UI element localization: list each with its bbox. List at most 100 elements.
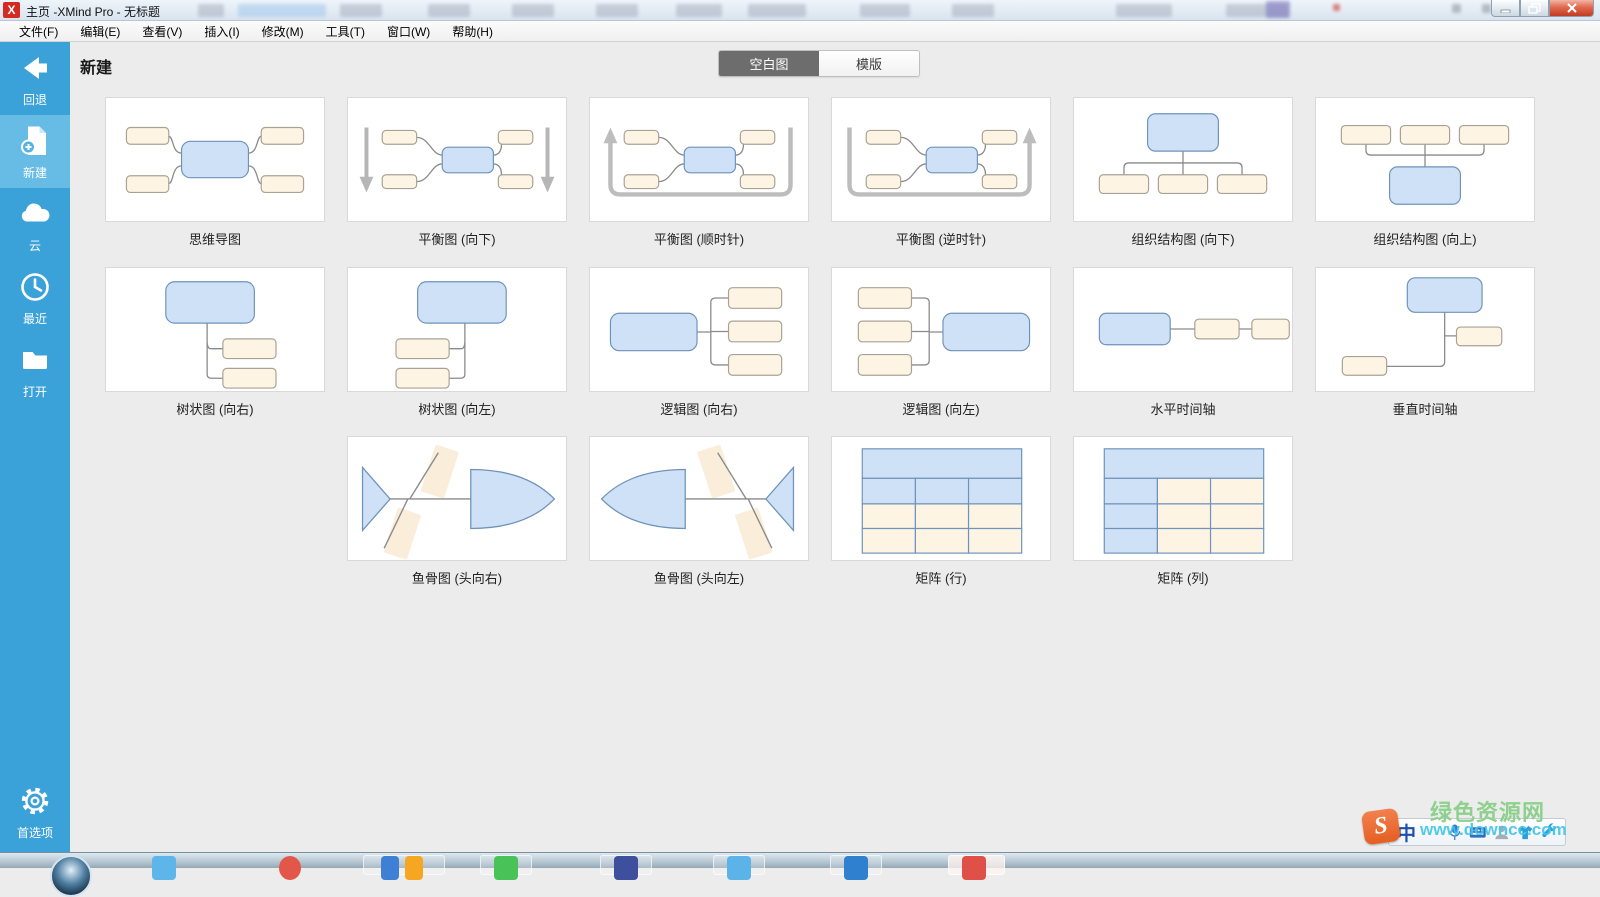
template-thumbnail-org_down [1074, 98, 1292, 221]
maximize-button[interactable] [1520, 0, 1549, 17]
taskbar-app-icon [381, 856, 399, 880]
app-body: 回退 新建 云 最近 打开 首选项 新建 空白图模版 思维导图 平衡图 ( [0, 42, 1600, 852]
titlebar-ghost [198, 4, 224, 17]
titlebar-ghost [1333, 4, 1340, 11]
template-thumbnail-fishbone_left [590, 437, 808, 560]
menu-item-5[interactable]: 工具(T) [315, 21, 376, 42]
restore-icon [1528, 3, 1541, 14]
template-thumbnail-matrix_col [1074, 437, 1292, 560]
template-thumbnail-tree_right [106, 268, 324, 391]
sidebar-item-label: 最近 [23, 310, 47, 327]
template-label: 平衡图 (逆时针) [831, 229, 1051, 248]
template-card-matrix_row[interactable] [831, 436, 1051, 561]
template-label: 垂直时间轴 [1315, 399, 1535, 418]
taskbar-app-icon [152, 856, 176, 880]
menu-item-2[interactable]: 查看(V) [131, 21, 193, 42]
sidebar-item-preferences[interactable]: 首选项 [0, 775, 70, 848]
titlebar-ghost [952, 4, 994, 17]
taskbar-button[interactable] [363, 855, 445, 875]
template-label: 树状图 (向右) [105, 399, 325, 418]
sogou-logo-icon[interactable]: S [1361, 808, 1401, 846]
template-thumbnail-fishbone_right [348, 437, 566, 560]
menu-bar: 文件(F)编辑(E)查看(V)插入(I)修改(M)工具(T)窗口(W)帮助(H) [0, 21, 1600, 42]
sidebar-item-1[interactable]: 新建 [0, 115, 70, 188]
template-card-balance_down[interactable] [347, 97, 567, 222]
template-card-logic_left[interactable] [831, 267, 1051, 392]
taskbar-app-icon [614, 856, 638, 880]
titlebar-ghost [1116, 4, 1172, 17]
template-thumbnail-logic_right [590, 268, 808, 391]
taskbar-app-icon [405, 856, 423, 880]
template-card-logic_right[interactable] [589, 267, 809, 392]
template-label: 平衡图 (向下) [347, 229, 567, 248]
template-card-mindmap[interactable] [105, 97, 325, 222]
close-icon [1566, 3, 1578, 13]
titlebar-ghost [596, 4, 638, 17]
watermark-site-url: www.downcc.com [1420, 820, 1567, 840]
menu-item-3[interactable]: 插入(I) [193, 21, 250, 42]
titlebar-ghost [748, 4, 806, 17]
template-thumbnail-tree_left [348, 268, 566, 391]
template-thumbnail-mindmap [106, 98, 324, 221]
titlebar-ghost [1482, 4, 1491, 13]
template-label: 思维导图 [105, 229, 325, 248]
template-card-org_up[interactable] [1315, 97, 1535, 222]
folder-icon [17, 342, 53, 378]
minimize-icon [1500, 3, 1512, 13]
start-orb-icon[interactable] [50, 855, 92, 897]
menu-item-4[interactable]: 修改(M) [251, 21, 315, 42]
sidebar-item-4[interactable]: 打开 [0, 334, 70, 407]
tab-0[interactable]: 空白图 [719, 51, 819, 76]
sidebar-item-3[interactable]: 最近 [0, 261, 70, 334]
template-label: 平衡图 (顺时针) [589, 229, 809, 248]
sidebar-item-label: 新建 [23, 164, 47, 181]
titlebar: X 主页 -XMind Pro - 无标题 [0, 0, 1600, 21]
titlebar-ghost [512, 4, 554, 17]
sidebar-item-label: 打开 [23, 383, 47, 400]
template-label: 逻辑图 (向左) [831, 399, 1051, 418]
template-thumbnail-balance_down [348, 98, 566, 221]
template-card-fishbone_left[interactable] [589, 436, 809, 561]
taskbar-app-icon [962, 856, 986, 880]
menu-item-1[interactable]: 编辑(E) [69, 21, 131, 42]
close-button[interactable] [1549, 0, 1594, 17]
template-card-balance_cw[interactable] [589, 97, 809, 222]
template-thumbnail-balance_cw [590, 98, 808, 221]
template-card-timeline_h[interactable] [1073, 267, 1293, 392]
template-card-tree_right[interactable] [105, 267, 325, 392]
titlebar-ghost [428, 4, 470, 17]
template-card-fishbone_right[interactable] [347, 436, 567, 561]
template-label: 树状图 (向左) [347, 399, 567, 418]
content-area: 新建 空白图模版 思维导图 平衡图 (向下) 平衡图 (顺时针) 平衡图 (逆时… [70, 42, 1600, 852]
template-label: 鱼骨图 (头向右) [347, 568, 567, 587]
template-thumbnail-logic_left [832, 268, 1050, 391]
xmind-app-icon: X [3, 2, 20, 18]
template-label: 鱼骨图 (头向左) [589, 568, 809, 587]
taskbar-app-icon [844, 856, 868, 880]
template-card-timeline_v[interactable] [1315, 267, 1535, 392]
window-title: 主页 -XMind Pro - 无标题 [26, 3, 160, 20]
taskbar-app-icon [279, 856, 301, 880]
template-card-tree_left[interactable] [347, 267, 567, 392]
template-card-org_down[interactable] [1073, 97, 1293, 222]
window-controls [1491, 0, 1594, 17]
template-thumbnail-matrix_row [832, 437, 1050, 560]
titlebar-ghost [238, 4, 326, 17]
template-label: 组织结构图 (向下) [1073, 229, 1293, 248]
back-icon [17, 50, 53, 86]
template-card-balance_ccw[interactable] [831, 97, 1051, 222]
sidebar-item-2[interactable]: 云 [0, 188, 70, 261]
sidebar-item-label: 回退 [23, 91, 47, 108]
menu-item-0[interactable]: 文件(F) [8, 21, 69, 42]
tab-1[interactable]: 模版 [819, 51, 919, 76]
template-label: 组织结构图 (向上) [1315, 229, 1535, 248]
menu-item-7[interactable]: 帮助(H) [441, 21, 504, 42]
windows-taskbar [0, 852, 1600, 868]
template-label: 矩阵 (行) [831, 568, 1051, 587]
template-thumbnail-org_up [1316, 98, 1534, 221]
minimize-button[interactable] [1491, 0, 1520, 17]
menu-item-6[interactable]: 窗口(W) [376, 21, 441, 42]
sidebar-item-0[interactable]: 回退 [0, 42, 70, 115]
cloud-icon [17, 196, 53, 232]
template-card-matrix_col[interactable] [1073, 436, 1293, 561]
